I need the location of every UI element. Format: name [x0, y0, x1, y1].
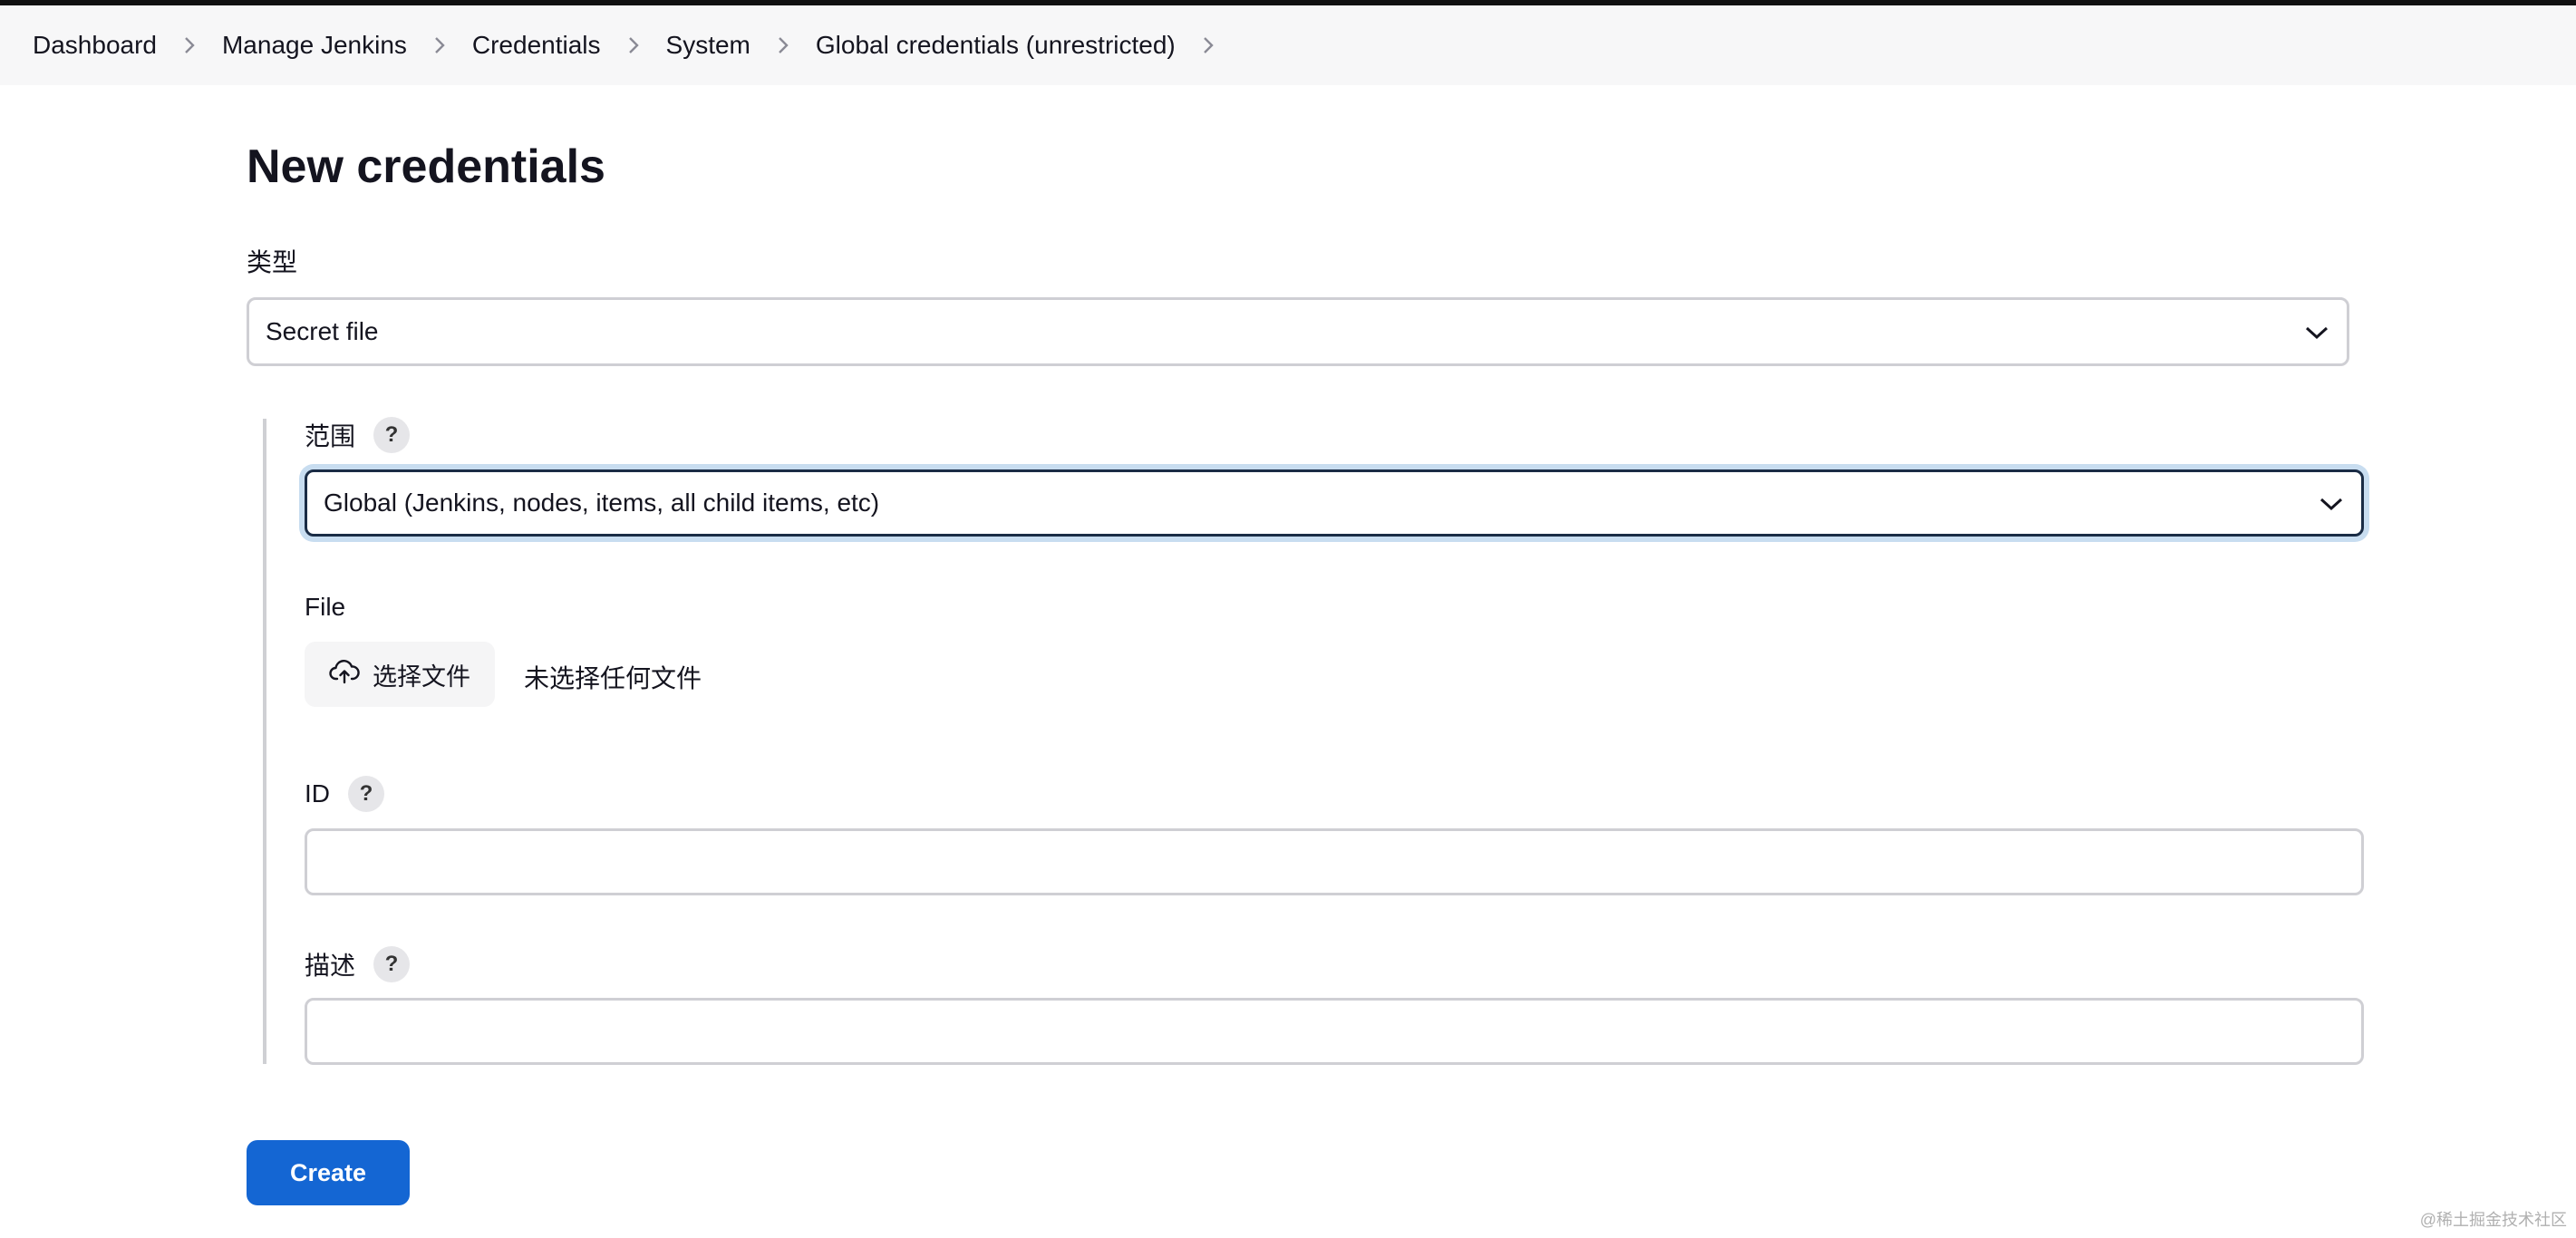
- file-status-text: 未选择任何文件: [524, 664, 702, 692]
- scope-help-icon[interactable]: ?: [373, 417, 411, 453]
- create-button[interactable]: Create: [247, 1140, 410, 1205]
- chevron-right-icon: [157, 35, 222, 55]
- file-label-text: File: [305, 593, 346, 621]
- scope-label: 范围 ?: [305, 417, 411, 453]
- description-label: 描述 ?: [305, 946, 411, 982]
- file-label: File: [305, 593, 345, 622]
- breadcrumb-global-credentials[interactable]: Global credentials (unrestricted): [816, 31, 1176, 60]
- cloud-upload-icon: [329, 659, 373, 691]
- chevron-down-icon: [2305, 317, 2329, 346]
- chevron-right-icon: [407, 35, 472, 55]
- choose-file-button[interactable]: 选择文件: [305, 642, 495, 707]
- chevron-right-icon[interactable]: [1176, 35, 1241, 55]
- kind-select[interactable]: Secret file: [247, 297, 2349, 366]
- id-help-icon[interactable]: ?: [348, 776, 384, 812]
- id-label-text: ID: [305, 779, 330, 808]
- chevron-right-icon: [601, 35, 666, 55]
- description-input[interactable]: [305, 998, 2364, 1065]
- watermark: @稀土掘金技术社区: [2419, 1211, 2567, 1229]
- chevron-right-icon: [751, 35, 816, 55]
- nested-section-rule: [263, 419, 266, 1064]
- kind-label-text: 类型: [247, 248, 298, 276]
- kind-select-value: Secret file: [266, 317, 379, 345]
- chevron-down-icon: [2319, 488, 2343, 517]
- scope-select-value: Global (Jenkins, nodes, items, all child…: [324, 488, 880, 517]
- breadcrumb-dashboard[interactable]: Dashboard: [33, 31, 157, 60]
- breadcrumb-system[interactable]: System: [666, 31, 751, 60]
- breadcrumb: Dashboard Manage Jenkins Credentials Sys…: [0, 5, 2576, 85]
- description-label-text: 描述: [305, 952, 356, 980]
- id-label: ID ?: [305, 776, 384, 812]
- breadcrumb-manage-jenkins[interactable]: Manage Jenkins: [222, 31, 407, 60]
- scope-select[interactable]: Global (Jenkins, nodes, items, all child…: [305, 469, 2364, 537]
- scope-label-text: 范围: [305, 422, 356, 450]
- id-input[interactable]: [305, 828, 2364, 895]
- description-help-icon[interactable]: ?: [373, 946, 411, 982]
- choose-file-label: 选择文件: [373, 663, 470, 691]
- kind-label: 类型: [247, 243, 297, 279]
- breadcrumb-credentials[interactable]: Credentials: [472, 31, 601, 60]
- page-title: New credentials: [247, 140, 605, 193]
